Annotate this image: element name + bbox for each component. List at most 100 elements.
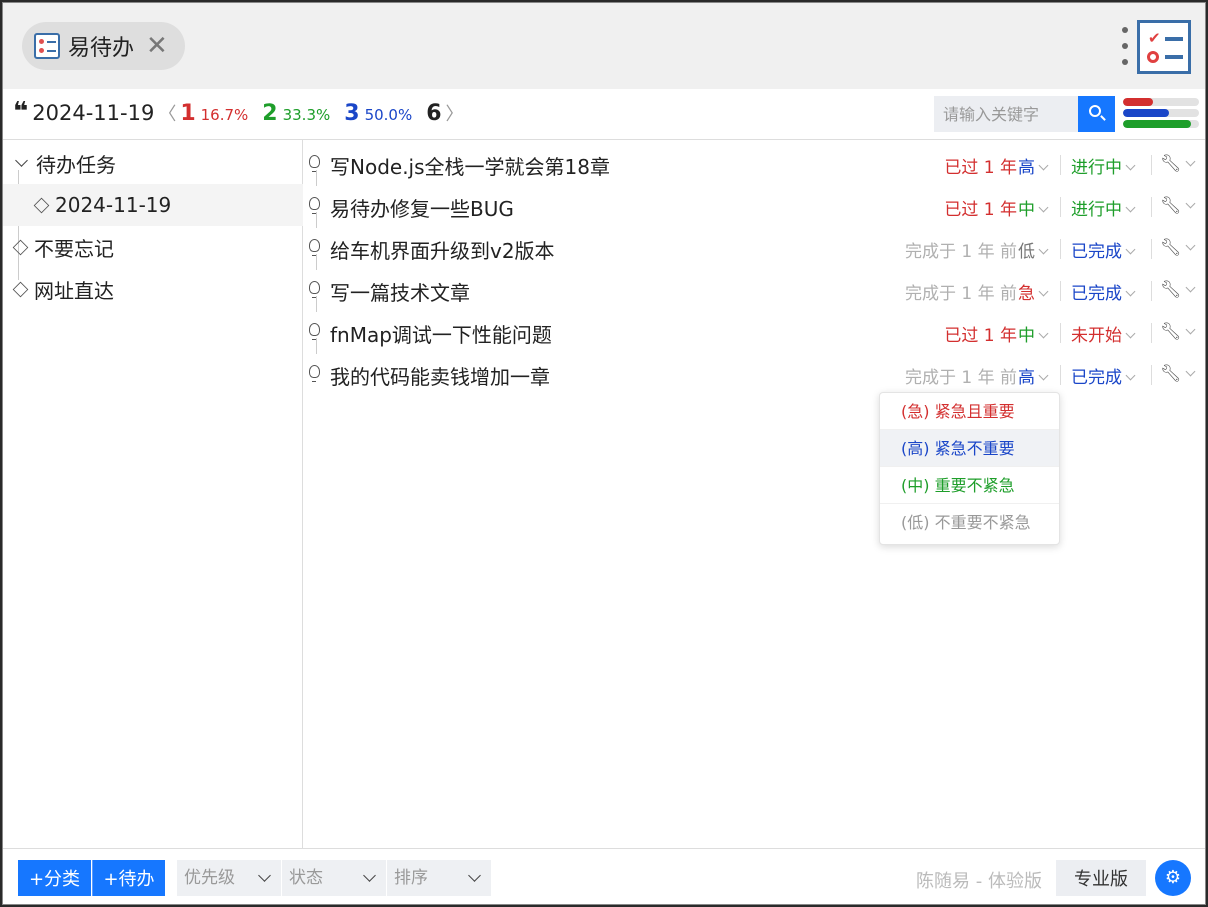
more-vertical-icon[interactable] (1120, 27, 1130, 65)
status-filter[interactable]: 状态 (282, 860, 386, 896)
title-bar: 易待办 ✕ ✔ (3, 3, 1205, 89)
wrench-icon[interactable]: 🔧︎ (1160, 238, 1196, 258)
task-time: 完成于 1 年 前 (904, 284, 1017, 304)
search-button[interactable] (1078, 96, 1115, 132)
cube-icon (33, 197, 50, 213)
task-title[interactable]: 写Node.js全栈一学就会第18章 (330, 151, 610, 180)
priority-option-high[interactable]: (高) 紧急不重要 (880, 430, 1059, 467)
sidebar-item-todo[interactable]: 待办任务 (3, 142, 303, 184)
priority-select[interactable]: 中 (1018, 321, 1049, 346)
status-label: 已完成 (1071, 368, 1122, 388)
chevron-down-icon (258, 869, 271, 882)
priority-filter[interactable]: 优先级 (177, 860, 281, 896)
wrench-icon[interactable]: 🔧︎ (1160, 196, 1196, 216)
blue-count: 3 (344, 101, 360, 126)
sidebar: 待办任务 2024-11-19 不要忘记 网址直达 (3, 140, 303, 848)
progress-bar-red (1123, 98, 1199, 106)
priority-label: 中 (1018, 200, 1035, 220)
footer: +分类 +待办 优先级 状态 排序 陈随易 - 体验版 专业版 ⚙ (3, 848, 1205, 904)
status-select[interactable]: 进行中 (1071, 195, 1136, 220)
priority-label: 高 (1018, 158, 1035, 178)
bulb-icon (309, 281, 320, 298)
priority-select[interactable]: 高 (1018, 153, 1049, 178)
task-time: 已过 1 年 (944, 200, 1017, 220)
priority-select[interactable]: 中 (1018, 195, 1049, 220)
prev-date-icon[interactable]: 〈 (158, 100, 176, 126)
status-select[interactable]: 已完成 (1071, 279, 1136, 304)
cube-icon (12, 239, 29, 255)
bulb-icon (309, 197, 320, 214)
wrench-icon[interactable]: 🔧︎ (1160, 154, 1196, 174)
wrench-icon[interactable]: 🔧︎ (1160, 322, 1196, 342)
sort-label: 排序 (394, 868, 428, 888)
sidebar-item-date[interactable]: 2024-11-19 (3, 184, 303, 226)
task-title[interactable]: 给车机界面升级到v2版本 (330, 235, 555, 264)
priority-option-medium[interactable]: (中) 重要不紧急 (880, 467, 1059, 504)
priority-label: 急 (1018, 284, 1035, 304)
priority-select[interactable]: 高 (1018, 363, 1049, 388)
bulb-icon (309, 155, 320, 172)
priority-option-urgent[interactable]: (急) 紧急且重要 (880, 393, 1059, 430)
status-label: 进行中 (1071, 200, 1122, 220)
sidebar-item-label: 网址直达 (34, 278, 114, 303)
pro-version-button[interactable]: 专业版 (1056, 860, 1146, 896)
priority-label: 低 (1018, 242, 1035, 262)
task-title[interactable]: 写一篇技术文章 (330, 277, 470, 306)
blue-percent: 50.0% (364, 106, 413, 124)
sort-select[interactable]: 排序 (387, 860, 491, 896)
tab-title: 易待办 (68, 36, 135, 61)
app-tab[interactable]: 易待办 ✕ (22, 22, 185, 70)
task-time: 已过 1 年 (944, 158, 1017, 178)
status-select[interactable]: 进行中 (1071, 153, 1136, 178)
priority-label: 中 (1018, 326, 1035, 346)
date-stats: ❝ 2024-11-19 〈 1 16.7% 2 33.3% 3 50.0% 6… (13, 99, 468, 126)
author-edition: 陈随易 - 体验版 (916, 871, 1042, 892)
status-select[interactable]: 已完成 (1071, 363, 1136, 388)
task-row[interactable]: 写Node.js全栈一学就会第18章 已过 1 年 高 进行中 🔧︎ (303, 142, 1205, 186)
green-count: 2 (262, 101, 278, 126)
priority-option-low[interactable]: (低) 不重要不紧急 (880, 504, 1059, 541)
progress-bars (1123, 98, 1199, 131)
task-row[interactable]: 易待办修复一些BUG 已过 1 年 中 进行中 🔧︎ (303, 184, 1205, 228)
progress-bar-blue (1123, 109, 1199, 117)
add-todo-button[interactable]: +待办 (92, 860, 165, 896)
sidebar-item-urls[interactable]: 网址直达 (3, 268, 303, 310)
progress-bar-green (1123, 120, 1199, 128)
chevron-down-icon[interactable] (15, 153, 28, 167)
gear-icon[interactable]: ⚙ (1155, 860, 1191, 896)
task-row[interactable]: 我的代码能卖钱增加一章 完成于 1 年 前 高 已完成 🔧︎ (303, 352, 1205, 394)
task-row[interactable]: fnMap调试一下性能问题 已过 1 年 中 未开始 🔧︎ (303, 310, 1205, 354)
app-window: 易待办 ✕ ✔ ❝ 2024-11-19 〈 1 16.7% 2 33.3% 3… (2, 2, 1206, 905)
wrench-icon[interactable]: 🔧︎ (1160, 364, 1196, 384)
current-date: 2024-11-19 (32, 101, 155, 125)
bulb-icon (309, 323, 320, 340)
task-title[interactable]: 易待办修复一些BUG (330, 193, 514, 222)
status-select[interactable]: 已完成 (1071, 237, 1136, 262)
sidebar-item-dont-forget[interactable]: 不要忘记 (3, 226, 303, 268)
status-select[interactable]: 未开始 (1071, 321, 1136, 346)
search-input[interactable] (934, 96, 1078, 132)
search-icon (1089, 105, 1101, 117)
add-category-button[interactable]: +分类 (18, 860, 91, 896)
status-filter-label: 状态 (289, 868, 323, 888)
task-row[interactable]: 给车机界面升级到v2版本 完成于 1 年 前 低 已完成 🔧︎ (303, 226, 1205, 270)
task-title[interactable]: fnMap调试一下性能问题 (330, 319, 552, 348)
cube-icon (12, 281, 29, 297)
green-percent: 33.3% (282, 106, 331, 124)
next-date-icon[interactable]: 〉 (446, 100, 464, 126)
status-label: 进行中 (1071, 158, 1122, 178)
priority-select[interactable]: 急 (1018, 279, 1049, 304)
bulb-icon (309, 365, 320, 382)
task-title[interactable]: 我的代码能卖钱增加一章 (330, 361, 550, 390)
bulb-icon (309, 239, 320, 256)
sidebar-item-label: 不要忘记 (34, 236, 114, 261)
task-time: 已过 1 年 (944, 326, 1017, 346)
checklist-icon (34, 33, 60, 59)
priority-filter-label: 优先级 (184, 868, 235, 888)
status-label: 已完成 (1071, 242, 1122, 262)
priority-select[interactable]: 低 (1018, 237, 1049, 262)
task-list: 写Node.js全栈一学就会第18章 已过 1 年 高 进行中 🔧︎ 易待办修复… (303, 140, 1205, 848)
wrench-icon[interactable]: 🔧︎ (1160, 280, 1196, 300)
close-icon[interactable]: ✕ (146, 33, 168, 59)
task-row[interactable]: 写一篇技术文章 完成于 1 年 前 急 已完成 🔧︎ (303, 268, 1205, 312)
